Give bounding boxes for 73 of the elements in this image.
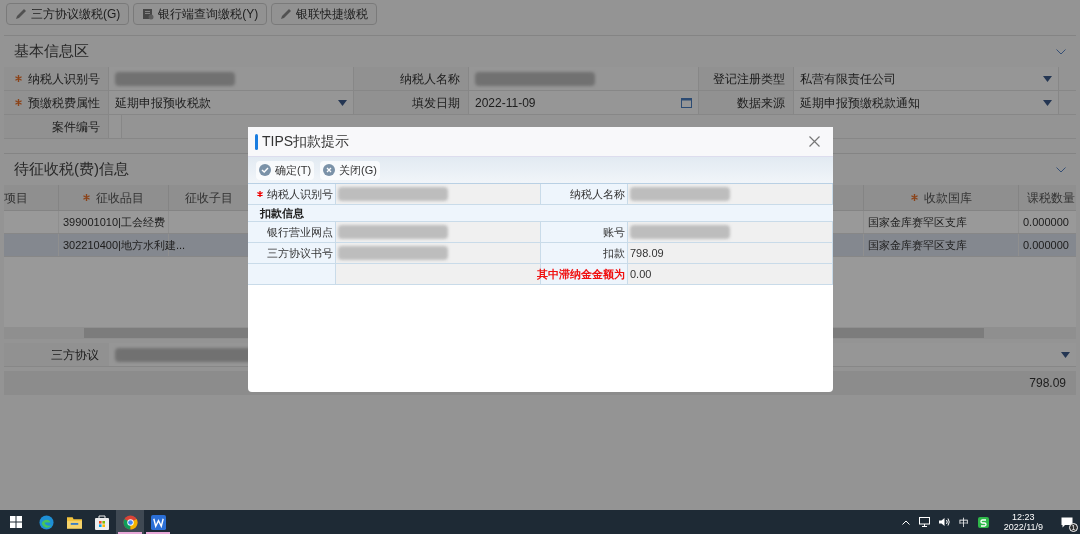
field-label: 纳税人识别号: [28, 70, 100, 88]
column-header[interactable]: 收款国库: [923, 188, 972, 207]
chevron-down-icon: [1056, 48, 1066, 55]
windows-logo-icon: [10, 516, 22, 528]
input-field[interactable]: [628, 222, 833, 242]
dropdown-caret-icon: [338, 99, 347, 106]
speaker-icon: [938, 517, 950, 527]
field-label: 登记注册类型: [713, 70, 785, 88]
field-label: 账号: [603, 224, 625, 240]
clock[interactable]: 12:23 2022/11/9: [997, 512, 1049, 532]
chevron-up-icon: [901, 519, 910, 525]
folder-icon: [66, 515, 82, 529]
app-tray-icon: [977, 516, 989, 528]
section-title: 扣款信息: [260, 205, 304, 221]
monitor-icon: [918, 517, 930, 527]
input-field[interactable]: [336, 243, 541, 263]
toolbar-button[interactable]: 三方协议缴税(G): [6, 3, 130, 25]
pencil-icon: [15, 8, 27, 20]
table-cell-text: 0.000000: [1023, 237, 1069, 253]
speech-bubble-icon: [1061, 516, 1073, 528]
column-header[interactable]: 征收子目: [184, 188, 233, 207]
table-cell-text: 国家金库赛罕区支库: [868, 214, 967, 230]
section-title: 待征收税(费)信息: [14, 159, 129, 180]
field-label: 预缴税费属性: [28, 94, 100, 112]
input-field[interactable]: 0.00: [628, 264, 833, 284]
table-cell-text: 0.000000: [1023, 214, 1069, 230]
field-label: 案件编号: [52, 118, 100, 136]
table-cell-text: 国家金库赛罕区支库: [868, 237, 967, 253]
column-header[interactable]: 征收品目: [96, 188, 144, 207]
field-label: 其中滞纳金金额为: [537, 266, 625, 282]
dialog-title: TIPS扣款提示: [262, 132, 350, 151]
field-label: 纳税人名称: [400, 70, 460, 88]
total-amount: 798.09: [1029, 375, 1066, 392]
input-method-indicator[interactable]: 中: [958, 514, 969, 530]
field-label: 数据来源: [737, 94, 785, 112]
column-header[interactable]: 项目: [4, 188, 28, 207]
title-accent-bar: [255, 133, 258, 150]
browser-icon: [38, 514, 54, 530]
dropdown-caret-icon: [1043, 99, 1052, 106]
dropdown-caret-icon: [1061, 351, 1070, 358]
section-title: 基本信息区: [14, 41, 89, 62]
field-label: 三方协议: [51, 346, 99, 364]
toolbar-button[interactable]: 银行端查询缴税(Y): [133, 3, 268, 25]
input-field[interactable]: [628, 184, 833, 204]
browser-icon: [122, 514, 138, 530]
field-label: 银行营业网点: [267, 224, 333, 240]
close-icon: [808, 136, 820, 147]
column-header[interactable]: 课税数量: [1027, 188, 1075, 207]
pencil-icon: [280, 8, 293, 20]
field-label: 纳税人名称: [570, 186, 625, 202]
chevron-down-icon: [1056, 166, 1066, 173]
close-icon: [323, 164, 336, 176]
field-label: 扣款: [603, 245, 625, 261]
dialog-button[interactable]: 确定(T): [256, 160, 315, 180]
table-cell-text: 399001010|工会经费: [63, 214, 165, 230]
input-field[interactable]: [336, 222, 541, 242]
toolbar-button[interactable]: 银联快捷缴税: [271, 3, 378, 25]
dialog-button[interactable]: 关闭(G): [320, 160, 380, 180]
running-indicator: [118, 532, 142, 534]
document-app-icon: [150, 514, 166, 530]
document-icon: [142, 8, 155, 20]
table-cell-text: 302210400|地方水利建...: [63, 237, 186, 253]
field-label: 纳税人识别号: [267, 186, 333, 202]
calendar-icon: [681, 97, 692, 108]
input-field[interactable]: 798.09: [628, 243, 833, 263]
input-field[interactable]: [336, 184, 541, 204]
field-label: 三方协议书号: [267, 245, 333, 261]
close-button[interactable]: [807, 134, 821, 149]
shopping-bag-icon: [95, 514, 109, 530]
check-icon: [259, 164, 271, 176]
dropdown-caret-icon: [1043, 75, 1052, 82]
running-indicator: [146, 532, 170, 534]
field-label: 填发日期: [412, 94, 460, 112]
